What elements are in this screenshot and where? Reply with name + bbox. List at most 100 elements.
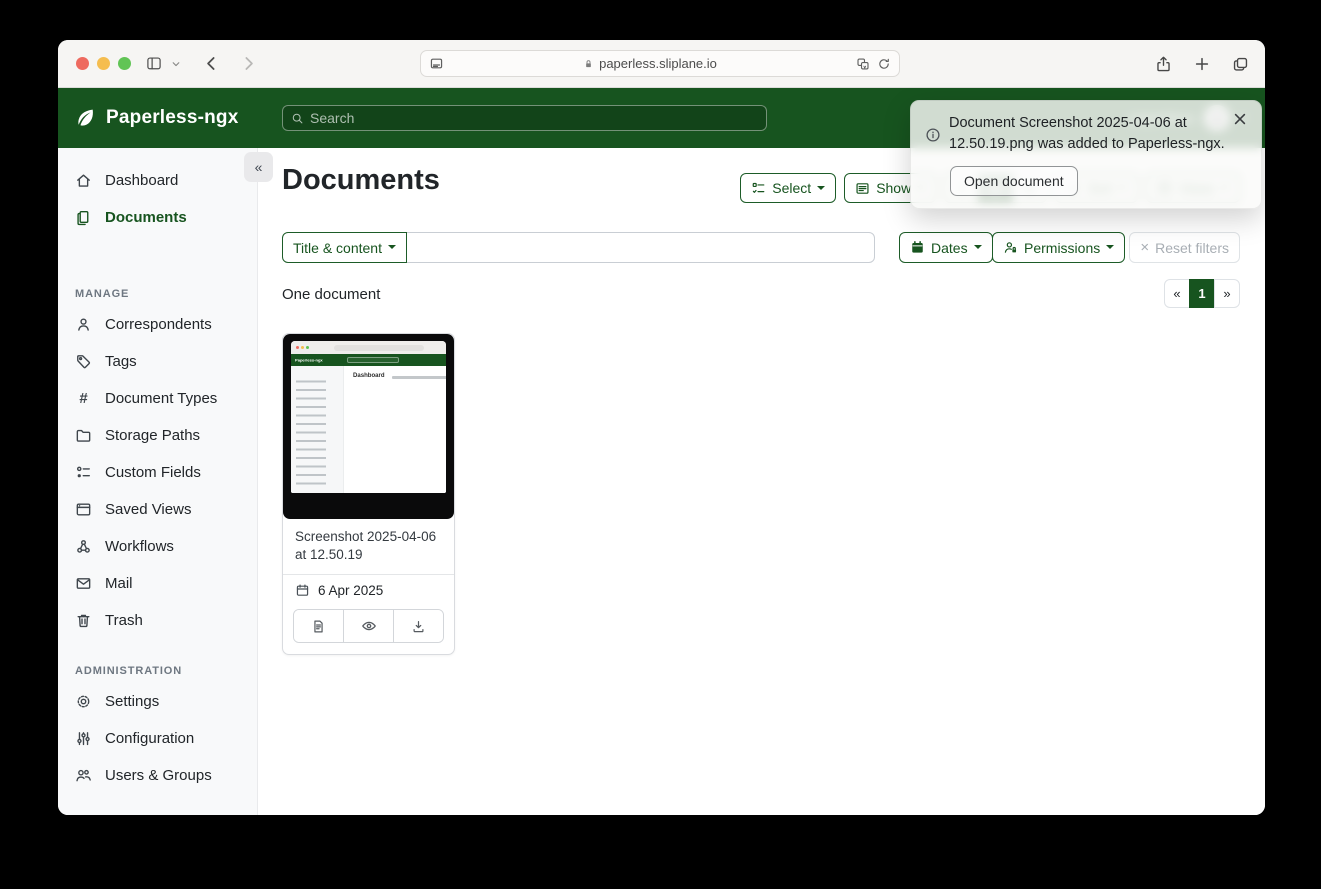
- sidebar-item-saved-views[interactable]: Saved Views: [58, 491, 257, 528]
- sidebar-item-mail[interactable]: Mail: [58, 565, 257, 602]
- sidebar-item-dashboard[interactable]: Dashboard: [58, 162, 257, 199]
- sidebar-item-settings[interactable]: Settings: [58, 683, 257, 720]
- sidebar-item-label: Settings: [105, 693, 159, 710]
- sidebar-item-label: Storage Paths: [105, 427, 200, 444]
- sidebar-item-storage-paths[interactable]: Storage Paths: [58, 417, 257, 454]
- sidebar-item-trash[interactable]: Trash: [58, 602, 257, 639]
- sidebar-item-document-types[interactable]: # Document Types: [58, 380, 257, 417]
- download-document-button[interactable]: [393, 610, 443, 642]
- thumbnail-mini-content: Dashboard: [344, 366, 446, 493]
- tab-overview-icon[interactable]: [1232, 56, 1249, 73]
- select-button[interactable]: Select: [740, 173, 836, 203]
- search-icon: [291, 112, 304, 125]
- filter-text-input[interactable]: [406, 232, 875, 263]
- search-field-dropdown[interactable]: Title & content: [282, 232, 407, 263]
- forward-button[interactable]: [240, 55, 257, 72]
- sidebar-toggle-icon[interactable]: [145, 56, 163, 71]
- url-text: paperless.sliplane.io: [599, 56, 717, 71]
- app-name: Paperless-ngx: [106, 107, 239, 129]
- files-icon: [75, 209, 92, 226]
- sidebar-item-correspondents[interactable]: Correspondents: [58, 306, 257, 343]
- reload-icon[interactable]: [877, 57, 891, 71]
- browser-toolbar: paperless.sliplane.io: [58, 40, 1265, 88]
- hash-icon: #: [75, 390, 92, 407]
- sidebar-collapse-button[interactable]: «: [244, 152, 273, 182]
- chevron-down-icon[interactable]: [171, 59, 181, 69]
- chevron-down-icon: [974, 245, 982, 253]
- global-search-input[interactable]: [310, 110, 758, 126]
- workflow-icon: [75, 538, 92, 555]
- address-bar[interactable]: paperless.sliplane.io: [420, 50, 900, 77]
- lock-icon: [583, 58, 594, 70]
- preview-document-button[interactable]: [343, 610, 393, 642]
- sidebar-item-workflows[interactable]: Workflows: [58, 528, 257, 565]
- sidebar-item-label: Users & Groups: [105, 767, 212, 784]
- download-icon: [411, 619, 426, 634]
- document-title[interactable]: Screenshot 2025-04-06 at 12.50.19: [283, 519, 454, 574]
- window-controls: [76, 57, 131, 70]
- edit-document-button[interactable]: [294, 610, 343, 642]
- dates-filter-button[interactable]: Dates: [899, 232, 993, 263]
- ui-radios-icon: [75, 464, 92, 481]
- documents-page: Documents Select Show: [258, 148, 1265, 815]
- close-icon: [1232, 111, 1248, 127]
- page-1-button[interactable]: 1: [1189, 279, 1215, 308]
- app-brand[interactable]: Paperless-ngx: [74, 107, 239, 129]
- open-document-button[interactable]: Open document: [950, 166, 1078, 196]
- filter-bar: Title & content Dates Permis: [282, 232, 1240, 263]
- page-format-icon[interactable]: [429, 56, 444, 71]
- trash-icon: [75, 612, 92, 629]
- chevron-down-icon: [1106, 245, 1114, 253]
- calendar-icon: [295, 583, 310, 598]
- document-thumbnail[interactable]: Paperless-ngx Dashboard: [283, 334, 454, 519]
- toast-close-button[interactable]: [1232, 111, 1248, 130]
- sidebar-item-documents[interactable]: Documents: [58, 199, 257, 236]
- sidebar-item-users-groups[interactable]: Users & Groups: [58, 757, 257, 794]
- next-page-button[interactable]: »: [1214, 279, 1240, 308]
- back-button[interactable]: [203, 55, 220, 72]
- close-window-button[interactable]: [76, 57, 89, 70]
- page-title: Documents: [282, 164, 440, 197]
- folder-icon: [75, 427, 92, 444]
- sidebar-item-tags[interactable]: Tags: [58, 343, 257, 380]
- browser-window: paperless.sliplane.io: [58, 40, 1265, 815]
- thumbnail-mini-sidebar: [291, 366, 344, 493]
- sidebar-item-label: Dashboard: [105, 172, 178, 189]
- share-icon[interactable]: [1155, 55, 1172, 73]
- permissions-filter-button[interactable]: Permissions: [992, 232, 1125, 263]
- paperless-logo-icon: [74, 107, 96, 129]
- sidebar-item-label: Mail: [105, 575, 133, 592]
- minimize-window-button[interactable]: [97, 57, 110, 70]
- toast-message: Document Screenshot 2025-04-06 at 12.50.…: [949, 113, 1227, 156]
- zoom-window-button[interactable]: [118, 57, 131, 70]
- sidebar-item-label: Correspondents: [105, 316, 212, 333]
- people-icon: [75, 767, 92, 784]
- reset-filters-button[interactable]: × Reset filters: [1129, 232, 1240, 263]
- gear-icon: [75, 693, 92, 710]
- tag-icon: [75, 353, 92, 370]
- eye-icon: [361, 618, 377, 634]
- house-icon: [75, 172, 92, 189]
- window-icon: [75, 501, 92, 518]
- new-tab-icon[interactable]: [1194, 56, 1210, 72]
- sidebar-section-heading: ADMINISTRATION: [75, 665, 257, 677]
- card-text-icon: [855, 181, 870, 196]
- pagination: « 1 »: [1164, 279, 1240, 308]
- sidebar-item-label: Configuration: [105, 730, 194, 747]
- global-search: [282, 105, 767, 131]
- person-lock-icon: [1003, 240, 1018, 255]
- sidebar-item-custom-fields[interactable]: Custom Fields: [58, 454, 257, 491]
- thumbnail-mini-browser-bar: [291, 341, 446, 354]
- ui-checks-icon: [751, 181, 766, 196]
- document-count: One document: [282, 286, 380, 303]
- document-card: Paperless-ngx Dashboard Screenshot 2025-: [282, 333, 455, 655]
- sidebar-item-label: Trash: [105, 612, 143, 629]
- translate-icon[interactable]: [856, 57, 870, 71]
- calendar-icon: [910, 240, 925, 255]
- sidebar-item-configuration[interactable]: Configuration: [58, 720, 257, 757]
- thumbnail-mini-header: Paperless-ngx: [291, 354, 446, 366]
- sidebar-item-label: Custom Fields: [105, 464, 201, 481]
- chevron-down-icon: [817, 186, 825, 194]
- sidebar-item-label: Workflows: [105, 538, 174, 555]
- previous-page-button[interactable]: «: [1164, 279, 1190, 308]
